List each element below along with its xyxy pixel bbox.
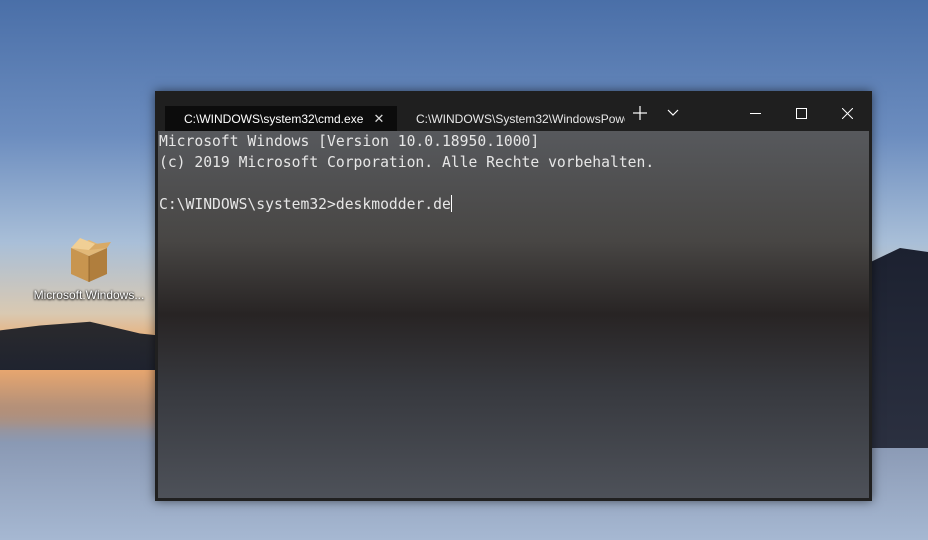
close-tab-icon[interactable]: ✕	[369, 111, 389, 127]
tab-cmd[interactable]: C:\WINDOWS\system32\cmd.exe ✕	[165, 106, 397, 131]
title-bar[interactable]: C:\WINDOWS\system32\cmd.exe ✕ C:\WINDOWS…	[155, 91, 872, 131]
prompt: C:\WINDOWS\system32>	[159, 196, 336, 213]
minimize-button[interactable]	[733, 99, 777, 127]
close-window-button[interactable]	[825, 99, 869, 127]
dropdown-button[interactable]	[660, 99, 686, 127]
tab-label: C:\WINDOWS\system32\cmd.exe	[184, 111, 364, 126]
minimize-icon	[749, 112, 761, 114]
command-line[interactable]: C:\WINDOWS\system32>deskmodder.de	[159, 194, 869, 215]
package-box-icon	[67, 236, 111, 284]
desktop-icon-package[interactable]: Microsoft.Windows...	[28, 236, 150, 302]
command-input[interactable]: deskmodder.de	[336, 196, 451, 213]
text-cursor	[450, 195, 452, 212]
tab-label: C:\WINDOWS\System32\WindowsPowe	[416, 111, 625, 126]
terminal-window: C:\WINDOWS\system32\cmd.exe ✕ C:\WINDOWS…	[155, 91, 872, 501]
plus-icon	[633, 106, 647, 120]
terminal-output[interactable]: Microsoft Windows [Version 10.0.18950.10…	[158, 131, 869, 498]
close-icon	[841, 107, 853, 119]
maximize-button[interactable]	[779, 99, 823, 127]
desktop-wallpaper-glow	[0, 370, 160, 430]
tab-powershell[interactable]: C:\WINDOWS\System32\WindowsPowe	[405, 106, 625, 131]
new-tab-button[interactable]	[629, 99, 651, 127]
chevron-down-icon	[667, 109, 679, 116]
maximize-icon	[795, 107, 807, 119]
desktop-icon-label: Microsoft.Windows...	[33, 288, 145, 302]
output-line: (c) 2019 Microsoft Corporation. Alle Rec…	[159, 154, 655, 171]
output-line: Microsoft Windows [Version 10.0.18950.10…	[159, 133, 540, 150]
